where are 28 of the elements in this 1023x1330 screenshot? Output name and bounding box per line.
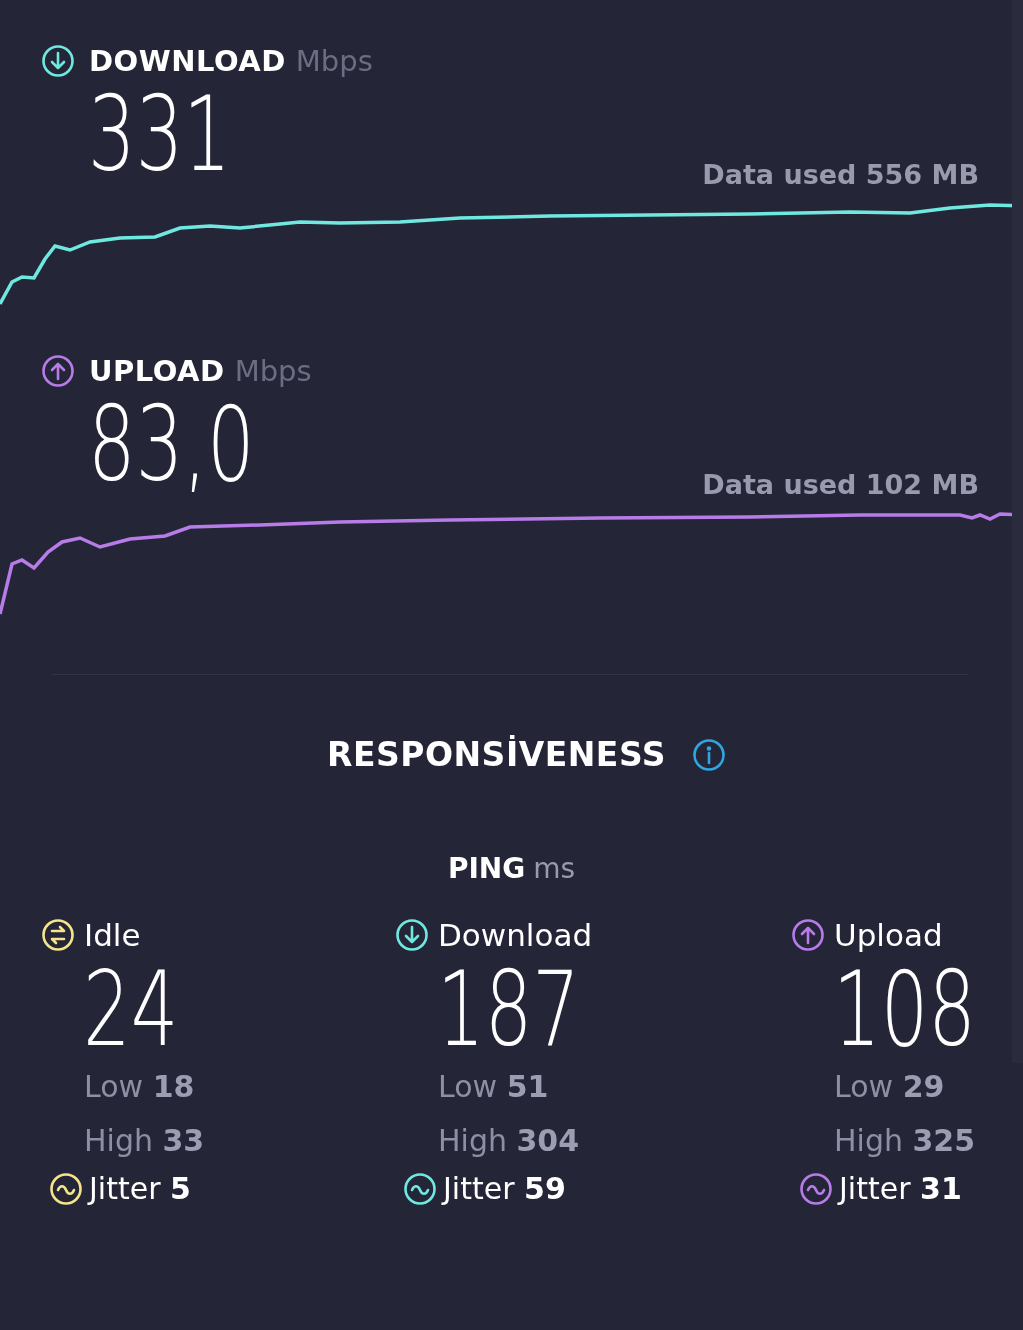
data-used-label: Data used 102 MB (702, 469, 979, 500)
ping-value: 187 (437, 957, 581, 1065)
ping-label: PING (447, 852, 526, 885)
low-value: Low 18 (84, 1068, 196, 1106)
ping-type-label: Idle (84, 917, 141, 953)
low-value: Low 51 (438, 1068, 550, 1106)
unit-label: Mbps (234, 354, 312, 388)
ping-value: 24 (83, 957, 180, 1065)
high-value: High 304 (438, 1122, 581, 1160)
info-icon[interactable] (691, 737, 726, 772)
test-label: UPLOAD (89, 354, 225, 388)
unit-label: Mbps (295, 44, 373, 78)
low-value: Low 29 (834, 1068, 946, 1106)
ping-type-label: Download (438, 917, 593, 953)
test-label: DOWNLOAD (89, 44, 286, 78)
high-value: High 325 (834, 1122, 977, 1160)
high-value: High 33 (84, 1122, 206, 1160)
jitter-value: Jitter 31 (839, 1171, 962, 1206)
scrollbar[interactable] (1012, 0, 1023, 1063)
data-used-label: Data used 556 MB (702, 159, 979, 190)
ping-type-label: Upload (834, 917, 943, 953)
unit-label: ms (533, 852, 576, 885)
jitter-value: Jitter 59 (443, 1171, 566, 1206)
section-title: RESPONSİVENESS (327, 735, 666, 774)
jitter-value: Jitter 5 (89, 1171, 191, 1206)
speed-value: 83,0 (88, 392, 255, 496)
ping-value: 108 (833, 957, 976, 1065)
speed-value: 331 (88, 82, 231, 186)
